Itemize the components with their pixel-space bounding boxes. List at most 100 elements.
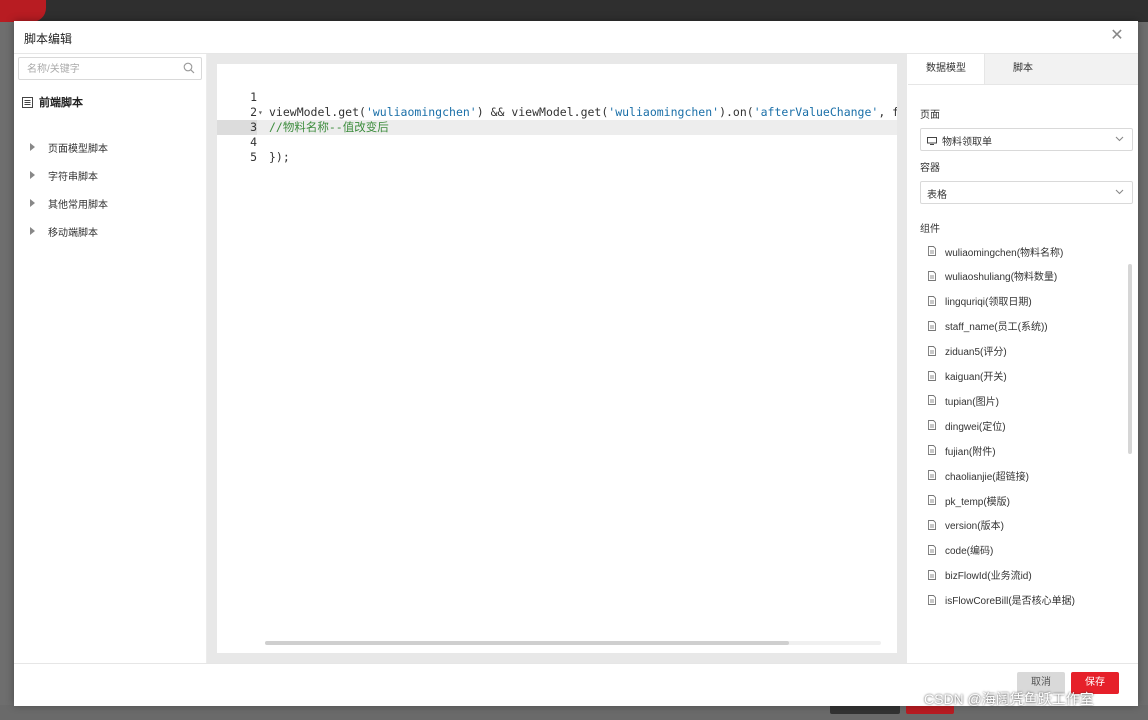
document-icon bbox=[928, 594, 936, 605]
string-token: 'afterValueChange' bbox=[753, 105, 879, 119]
document-icon bbox=[928, 420, 936, 431]
component-label: pk_temp(模版) bbox=[945, 496, 1011, 508]
component-list-item[interactable]: wuliaoshuliang(物料数量) bbox=[928, 269, 1057, 283]
component-label: lingquriqi(领取日期) bbox=[945, 297, 1032, 309]
code-line: 1 bbox=[217, 90, 897, 105]
caret-right-icon bbox=[30, 143, 35, 151]
document-icon bbox=[928, 320, 936, 331]
code-token: ).on( bbox=[719, 105, 754, 119]
document-icon bbox=[928, 519, 936, 530]
component-label: bizFlowId(业务流id) bbox=[945, 571, 1032, 583]
comment-token: //物料名称--值改变后 bbox=[269, 120, 389, 134]
component-label: wuliaomingchen(物料名称) bbox=[945, 247, 1064, 259]
component-label: staff_name(员工(系统)) bbox=[945, 322, 1048, 334]
code-token: viewModel.get( bbox=[269, 105, 366, 119]
horizontal-scrollbar[interactable] bbox=[265, 641, 881, 645]
component-list-item[interactable]: isFlowCoreBill(是否核心单据) bbox=[928, 593, 1075, 607]
line-number: 4 bbox=[250, 135, 257, 149]
document-icon bbox=[928, 495, 936, 505]
container-select-text: 表格 bbox=[927, 190, 947, 201]
list-icon bbox=[22, 96, 33, 108]
document-icon bbox=[928, 270, 936, 281]
string-token: 'wuliaomingchen' bbox=[365, 105, 477, 119]
tree-item-label: 移动端脚本 bbox=[48, 227, 98, 239]
document-icon bbox=[928, 295, 936, 306]
component-list-item[interactable]: tupian(图片) bbox=[928, 393, 999, 408]
code-text: viewModel.get('wuliaomingchen') && viewM… bbox=[269, 105, 897, 120]
tree-item-label: 页面模型脚本 bbox=[48, 143, 108, 155]
vertical-scrollbar[interactable] bbox=[1128, 264, 1132, 454]
data-model-panel: 数据模型 脚本 页面 物料领取单 容器 表格 组件 wuliaomingchen… bbox=[908, 54, 1138, 663]
component-list: wuliaomingchen(物料名称) wuliaoshuliang(物料数量)… bbox=[908, 240, 1126, 620]
component-list-item[interactable]: code(编码) bbox=[928, 543, 993, 557]
document-icon bbox=[928, 569, 936, 580]
line-number: 3 bbox=[217, 120, 257, 135]
document-icon bbox=[928, 370, 936, 381]
tab-script[interactable]: 脚本 bbox=[985, 54, 1061, 84]
code-token: ) && viewModel.get( bbox=[476, 105, 609, 119]
tab-data-model[interactable]: 数据模型 bbox=[908, 54, 985, 84]
script-tree-panel: 前端脚本 页面模型脚本 字符串脚本 其他常用脚本 移动端脚本 bbox=[14, 54, 207, 663]
line-number: 2 bbox=[250, 105, 257, 119]
component-label: chaolianjie(超链接) bbox=[945, 471, 1029, 483]
components-field-label: 组件 bbox=[920, 224, 940, 235]
component-label: wuliaoshuliang(物料数量) bbox=[945, 272, 1058, 284]
component-list-item[interactable]: chaolianjie(超链接) bbox=[928, 468, 1029, 483]
page-field-label: 页面 bbox=[920, 110, 940, 121]
string-token: 'wuliaomingchen' bbox=[608, 105, 720, 119]
background-app-logo bbox=[0, 0, 46, 22]
panel-tabs: 数据模型 脚本 bbox=[908, 54, 1138, 85]
document-icon bbox=[928, 395, 936, 406]
component-label: ziduan5(评分) bbox=[945, 347, 1007, 359]
watermark-text: CSDN @海阔凭鱼跃工作室 bbox=[924, 691, 1094, 707]
line-number: 5 bbox=[250, 150, 257, 164]
component-list-item[interactable]: version(版本) bbox=[928, 518, 1004, 532]
page-select[interactable]: 物料领取单 bbox=[920, 128, 1133, 151]
caret-right-icon bbox=[30, 199, 35, 207]
page-select-value: 物料领取单 bbox=[927, 133, 992, 148]
component-list-item[interactable]: pk_temp(模版) bbox=[928, 493, 1011, 508]
background-app-left-edge bbox=[0, 22, 14, 720]
component-list-item[interactable]: wuliaomingchen(物料名称) bbox=[928, 244, 1064, 259]
code-line: 5 }); bbox=[217, 150, 897, 165]
component-label: tupian(图片) bbox=[945, 396, 999, 408]
search-icon[interactable] bbox=[183, 62, 195, 74]
code-editor[interactable]: 1 2 ▾ viewModel.get('wuliaomingchen') &&… bbox=[217, 64, 897, 653]
tree-item-page-model-scripts[interactable]: 页面模型脚本 bbox=[30, 139, 108, 155]
chevron-down-icon bbox=[1115, 136, 1124, 142]
tree-root-label: 前端脚本 bbox=[39, 97, 83, 109]
document-icon bbox=[928, 445, 936, 456]
component-list-item[interactable]: ziduan5(评分) bbox=[928, 344, 1007, 358]
scrollbar-thumb[interactable] bbox=[265, 641, 789, 645]
dialog-header: 脚本编辑 ✕ bbox=[14, 21, 1138, 54]
code-token: , f bbox=[878, 105, 897, 119]
component-list-item[interactable]: lingquriqi(领取日期) bbox=[928, 294, 1032, 308]
component-label: dingwei(定位) bbox=[945, 421, 1006, 433]
code-editor-container: 1 2 ▾ viewModel.get('wuliaomingchen') &&… bbox=[207, 54, 907, 663]
close-icon[interactable]: ✕ bbox=[1108, 27, 1126, 45]
background-app-header bbox=[0, 0, 1148, 22]
component-label: fujian(附件) bbox=[945, 446, 996, 458]
search-input[interactable] bbox=[25, 60, 179, 78]
line-number: 1 bbox=[250, 90, 257, 104]
component-label: code(编码) bbox=[945, 546, 994, 558]
component-list-item[interactable]: dingwei(定位) bbox=[928, 418, 1006, 433]
caret-right-icon bbox=[30, 227, 35, 235]
container-select[interactable]: 表格 bbox=[920, 181, 1133, 204]
document-icon bbox=[928, 470, 936, 481]
component-list-item[interactable]: bizFlowId(业务流id) bbox=[928, 568, 1032, 582]
monitor-icon bbox=[927, 136, 937, 145]
component-list-item[interactable]: fujian(附件) bbox=[928, 443, 996, 458]
component-label: version(版本) bbox=[945, 521, 1004, 533]
document-icon bbox=[928, 544, 936, 555]
tree-root-frontend-scripts[interactable]: 前端脚本 bbox=[22, 94, 83, 110]
tree-item-other-common-scripts[interactable]: 其他常用脚本 bbox=[30, 195, 108, 211]
component-label: kaiguan(开关) bbox=[945, 372, 1007, 383]
code-line: 4 bbox=[217, 135, 897, 150]
component-list-item[interactable]: staff_name(员工(系统)) bbox=[928, 319, 1048, 333]
tree-item-mobile-scripts[interactable]: 移动端脚本 bbox=[30, 223, 98, 239]
component-list-item[interactable]: kaiguan(开关) bbox=[928, 369, 1007, 383]
tree-item-string-scripts[interactable]: 字符串脚本 bbox=[30, 167, 98, 183]
fold-arrow-icon[interactable]: ▾ bbox=[258, 105, 263, 120]
dialog-title: 脚本编辑 bbox=[24, 32, 73, 46]
